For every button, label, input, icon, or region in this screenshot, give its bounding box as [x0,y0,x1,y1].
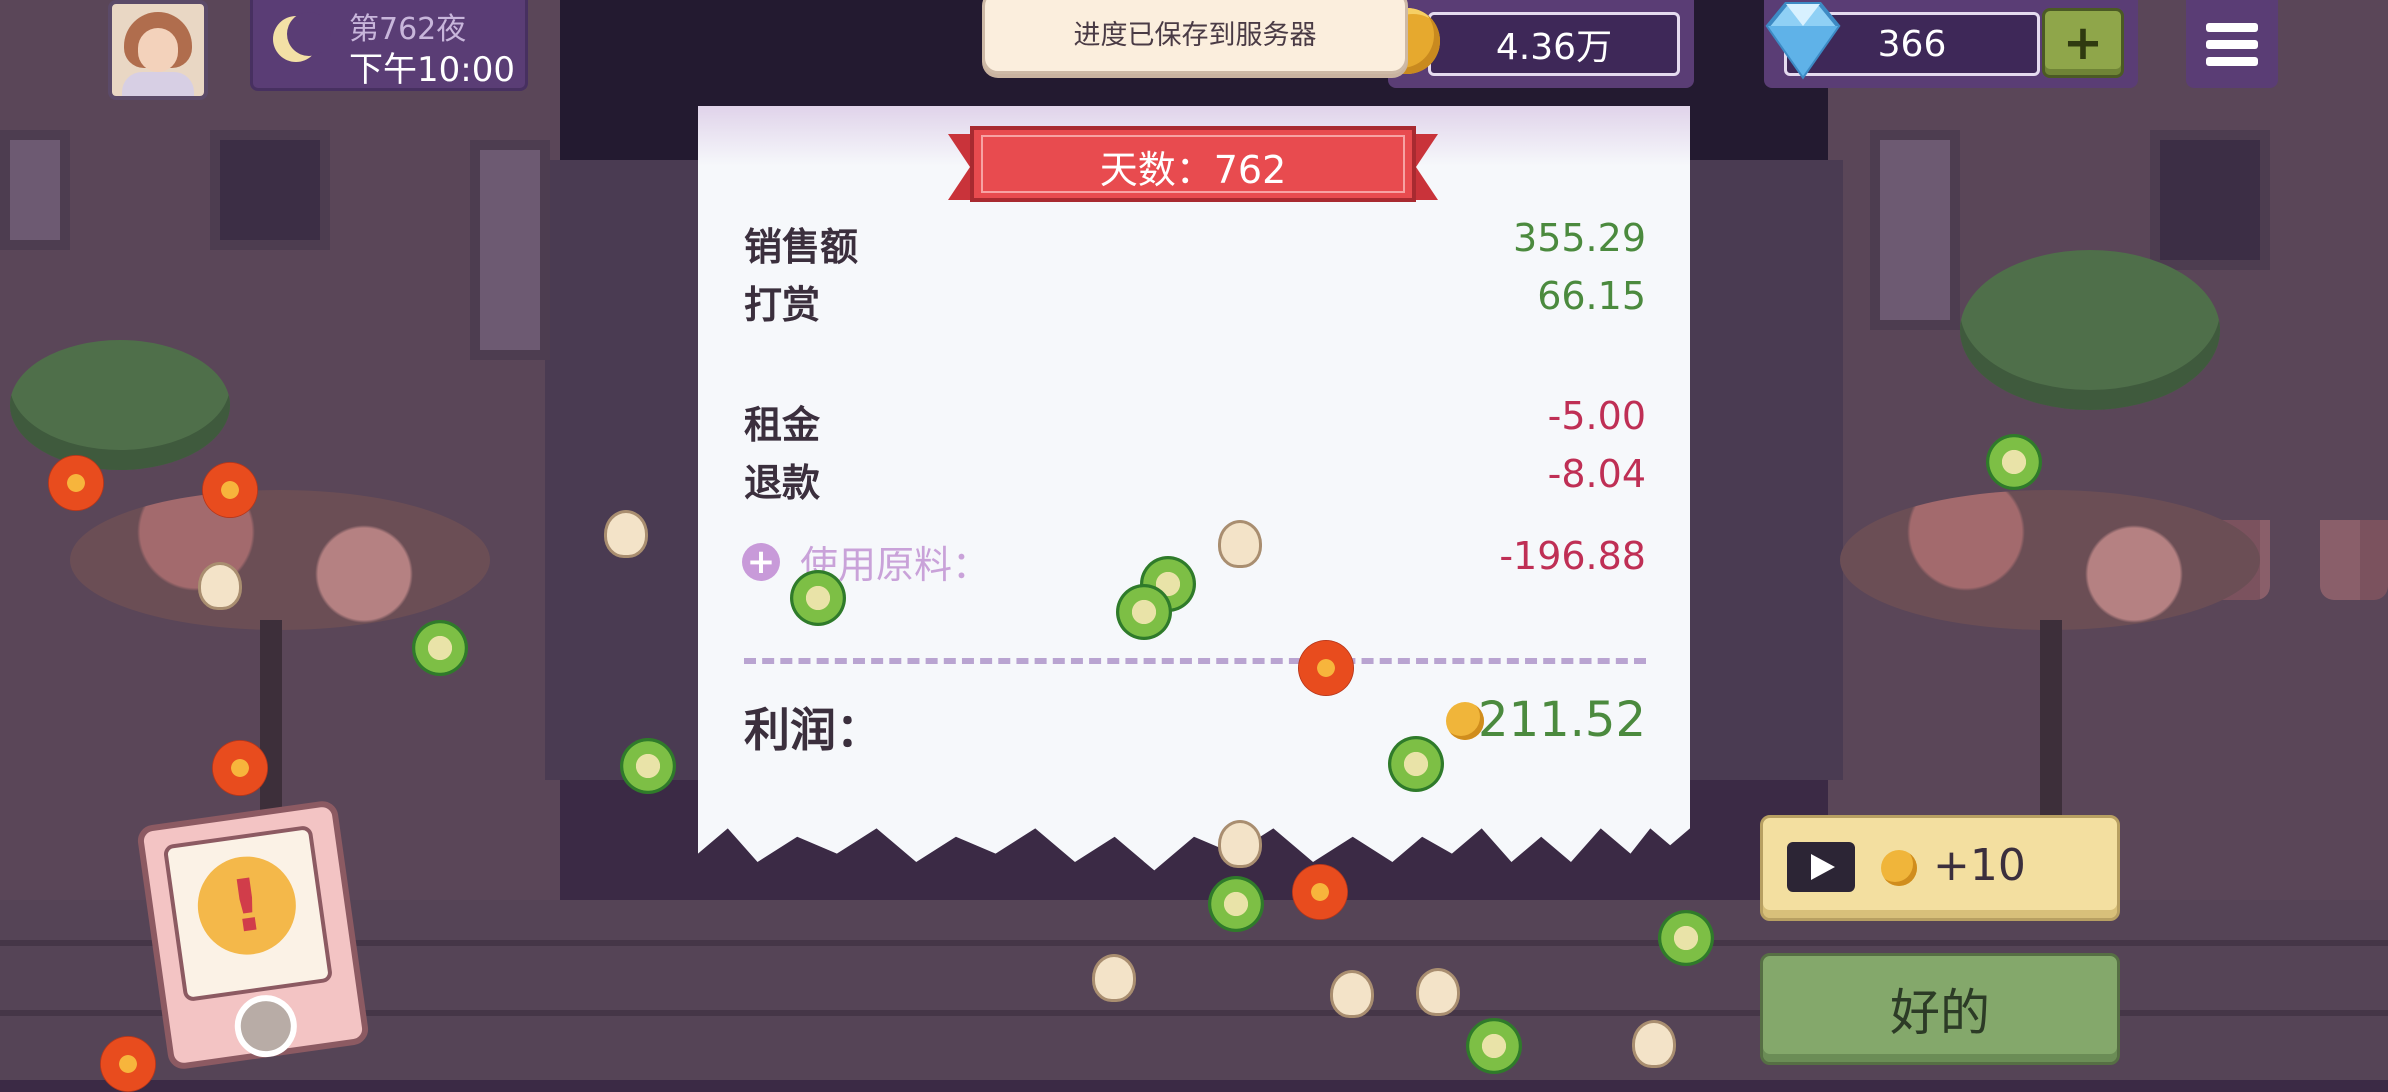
day-title: 天数：762 [1099,147,1287,192]
gem-panel: 366 + [1764,0,2138,88]
building-window [210,130,330,250]
tomato-slice [100,1036,156,1092]
ok-button[interactable]: 好的 [1760,953,2120,1065]
phone-screen: ! [162,824,334,1003]
profit-value: 211.52 [1478,692,1646,748]
menu-icon-bar [2206,22,2258,32]
avatar-face [138,28,178,72]
refund-label: 退款 [744,461,821,505]
menu-icon-bar [2206,39,2258,49]
menu-icon-bar [2206,56,2258,66]
pepper-slice [1116,584,1172,640]
shop-awning [2320,520,2388,600]
garlic-clove [1632,1020,1676,1068]
phone-alert-button[interactable]: ! [135,799,371,1071]
building-window [0,130,70,250]
coin-panel: 4.36万 [1374,0,1694,88]
pepper-slice [1388,736,1444,792]
ad-reward-amount: +10 [1933,840,2026,891]
flower-tree [1840,490,2260,630]
game-clock: 下午10:00 [349,50,515,90]
pepper-slice [790,570,846,626]
curb-line [0,940,2388,946]
profit-label: 利润： [744,703,882,757]
tomato-slice [48,455,104,511]
tomato-slice [202,462,258,518]
rent-label: 租金 [744,403,821,447]
pepper-slice [620,738,676,794]
refund-value: -8.04 [1547,452,1646,496]
vine-foliage [10,340,230,470]
building-window [470,140,550,360]
alert-icon: ! [191,850,303,961]
garlic-clove [1330,970,1374,1018]
moon-icon [273,12,331,62]
mid-left-building [545,160,705,780]
pepper-slice [1466,1018,1522,1074]
sales-value: 355.29 [1513,216,1646,260]
expand-ingredients-button[interactable]: + [742,542,780,582]
coin-icon [1881,850,1917,886]
receipt-divider [744,658,1646,664]
gem-icon [1765,2,1841,80]
pepper-slice [412,620,468,676]
pepper-slice [1658,910,1714,966]
garlic-clove [1218,820,1262,868]
tomato-slice [1292,864,1348,920]
pepper-slice [1208,876,1264,932]
building-window [1870,130,1960,330]
rent-value: -5.00 [1547,394,1646,438]
coin-count: 4.36万 [1428,12,1680,76]
watch-ad-reward-button[interactable]: +10 [1760,815,2120,921]
garlic-clove [1416,968,1460,1016]
buy-gems-button[interactable]: + [2042,8,2124,78]
tomato-slice [212,740,268,796]
avatar-shirt [122,72,194,96]
garlic-clove [1218,520,1262,568]
night-time-panel: 第762夜 下午10:00 [250,0,528,91]
sales-label: 销售额 [744,225,859,269]
flower-tree [70,490,490,630]
save-toast: 进度已保存到服务器 [982,0,1408,74]
ingredients-value: -196.88 [1499,534,1646,578]
tips-value: 66.15 [1537,274,1646,318]
tomato-slice [1298,640,1354,696]
garlic-clove [604,510,648,558]
vine-foliage [1960,250,2220,410]
player-avatar[interactable] [108,0,208,100]
pepper-slice [1986,434,2042,490]
garlic-clove [1092,954,1136,1002]
building-window [2150,130,2270,270]
phone-home-button [230,991,301,1062]
mid-right-building [1683,160,1843,780]
garlic-clove [198,562,242,610]
menu-button[interactable] [2186,0,2278,88]
tips-label: 打赏 [744,283,821,327]
play-icon [1787,842,1855,892]
